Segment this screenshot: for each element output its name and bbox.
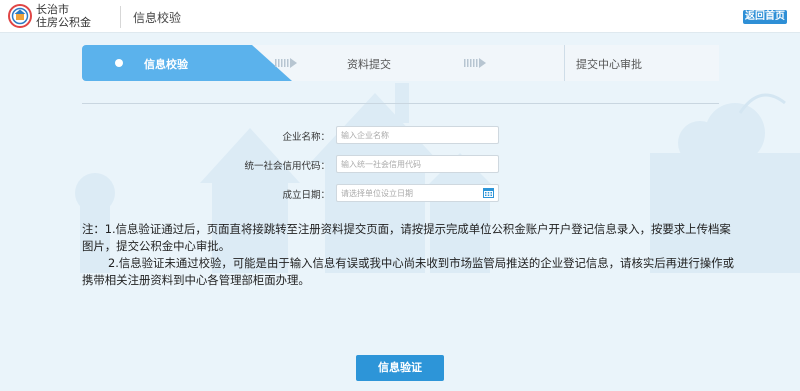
credit-code-input[interactable]	[336, 155, 499, 173]
verify-info-button[interactable]: 信息验证	[356, 355, 444, 381]
logo-icon	[8, 4, 32, 28]
brand-name: 长治市 住房公积金	[36, 3, 91, 29]
calendar-icon[interactable]	[483, 187, 494, 198]
credit-code-row: 统一社会信用代码：	[0, 155, 800, 173]
brand-line-2: 住房公积金	[36, 16, 91, 29]
step-arrow-icon	[464, 58, 486, 68]
step-progress-bar: 信息校验 资料提交 提交中心审批	[82, 45, 719, 81]
founded-date-input[interactable]	[336, 184, 499, 202]
note-2: 2.信息验证未通过校验，可能是由于输入信息有误或我中心尚未收到市场监管局推送的企…	[82, 256, 734, 287]
top-header: 长治市 住房公积金 信息校验 返回首页	[0, 0, 800, 33]
company-name-label: 企业名称：	[282, 132, 330, 143]
section-divider	[82, 103, 719, 104]
company-name-input[interactable]	[336, 126, 499, 144]
credit-code-label: 统一社会信用代码：	[244, 161, 330, 172]
current-step-dot	[115, 59, 123, 67]
return-home-button[interactable]: 返回首页	[743, 10, 787, 24]
notes-section: 注：1.信息验证通过后，页面直将接跳转至注册资料提交页面，请按提示完成单位公积金…	[82, 221, 742, 289]
company-name-row: 企业名称：	[0, 126, 800, 144]
header-divider	[120, 6, 121, 28]
step-3-label: 提交中心审批	[576, 58, 642, 71]
background-decoration	[0, 33, 800, 391]
note-1: 注：1.信息验证通过后，页面直将接跳转至注册资料提交页面，请按提示完成单位公积金…	[82, 222, 731, 253]
brand-line-1: 长治市	[36, 3, 69, 16]
founded-date-label: 成立日期：	[282, 190, 330, 201]
step-arrow-icon	[275, 58, 297, 68]
page-title: 信息校验	[133, 11, 182, 25]
step-2-label: 资料提交	[347, 58, 391, 71]
founded-date-row: 成立日期：	[0, 184, 800, 202]
step-1-label: 信息校验	[144, 58, 188, 71]
step-separator	[564, 45, 565, 81]
